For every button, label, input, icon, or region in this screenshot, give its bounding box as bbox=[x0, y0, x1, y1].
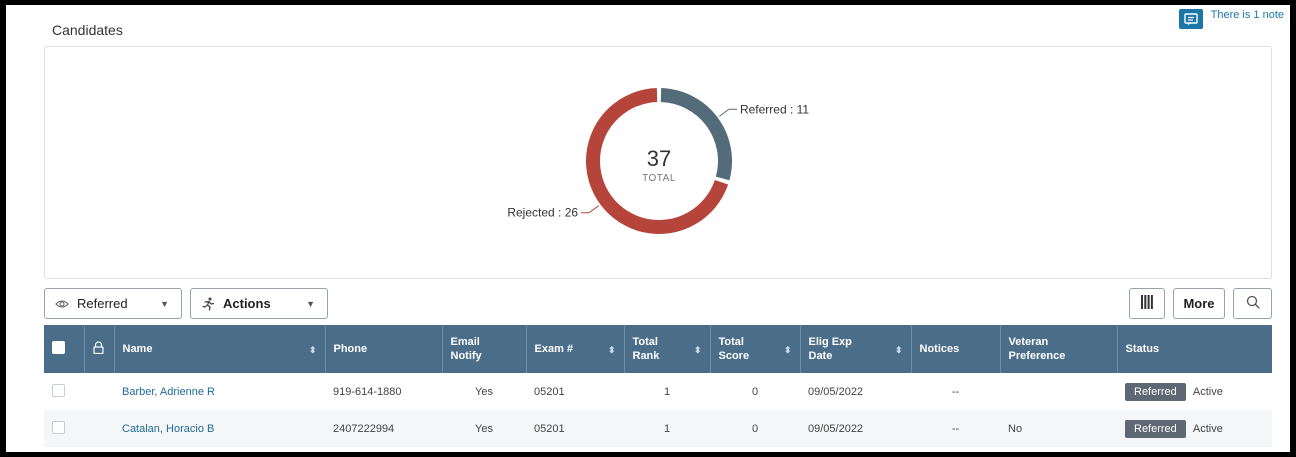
table-header-row: Name ⬍ Phone Email Notify Exam # ⬍ Total R… bbox=[44, 325, 1272, 373]
veteran-preference-cell: No bbox=[1000, 410, 1117, 447]
notices-cell: -- bbox=[951, 385, 960, 398]
candidates-donut-chart: Referred : 11 Rejected : 26 37 TOTAL bbox=[44, 46, 1272, 279]
sort-icon[interactable]: ⬍ bbox=[694, 343, 702, 357]
eye-icon bbox=[55, 299, 69, 309]
table-row[interactable]: Barber, Adrienne R 919-614-1880 Yes 0520… bbox=[44, 373, 1272, 410]
running-person-icon bbox=[201, 297, 215, 311]
sort-icon[interactable]: ⬍ bbox=[784, 343, 792, 357]
name-cell[interactable]: Barber, Adrienne R bbox=[114, 373, 325, 410]
select-all-header[interactable] bbox=[44, 325, 85, 373]
lock-icon bbox=[92, 340, 104, 357]
sort-icon[interactable]: ⬍ bbox=[309, 343, 317, 357]
slice-label-rejected: Rejected : 26 bbox=[507, 206, 578, 220]
note-link[interactable]: There is 1 note bbox=[1211, 9, 1284, 21]
row-select-cell[interactable] bbox=[44, 410, 84, 447]
row-checkbox[interactable] bbox=[52, 383, 65, 397]
donut-svg: Referred : 11 Rejected : 26 37 TOTAL bbox=[507, 88, 809, 234]
lock-cell bbox=[84, 373, 114, 410]
total-rank-cell: 1 bbox=[624, 410, 710, 447]
view-filter-label: Referred bbox=[77, 296, 128, 311]
donut-total-value: 37 bbox=[647, 146, 671, 171]
row-select-cell[interactable] bbox=[44, 373, 84, 410]
column-header-veteran-preference[interactable]: Veteran Preference bbox=[1000, 325, 1118, 373]
status-badge: Referred bbox=[1125, 382, 1186, 401]
search-icon bbox=[1246, 295, 1260, 312]
column-header-notices[interactable]: Notices bbox=[911, 325, 1001, 373]
column-header-elig-exp-date[interactable]: Elig Exp Date ⬍ bbox=[800, 325, 912, 373]
donut-slice-referred[interactable] bbox=[660, 88, 732, 181]
column-header-exam[interactable]: Exam # ⬍ bbox=[526, 325, 625, 373]
sort-icon[interactable]: ⬍ bbox=[608, 343, 616, 357]
candidates-panel: Candidates There is 1 note Referred : 11… bbox=[6, 5, 1290, 452]
leader-line-rejected bbox=[581, 205, 599, 214]
phone-cell: 2407222994 bbox=[325, 410, 442, 447]
slice-label-referred: Referred : 11 bbox=[740, 102, 809, 116]
lock-cell bbox=[84, 410, 114, 447]
column-header-total-rank[interactable]: Total Rank ⬍ bbox=[624, 325, 711, 373]
columns-icon bbox=[1141, 295, 1153, 312]
actions-label: Actions bbox=[223, 296, 271, 311]
total-rank-cell: 1 bbox=[663, 385, 671, 398]
more-button[interactable]: More bbox=[1173, 288, 1225, 319]
columns-button[interactable] bbox=[1129, 288, 1165, 319]
email-notify-cell: Yes bbox=[475, 385, 493, 398]
total-score-cell: 0 bbox=[710, 410, 800, 447]
exam-cell: 05201 bbox=[534, 385, 565, 398]
chevron-down-icon: ▼ bbox=[306, 299, 315, 309]
elig-exp-date-cell: 09/05/2022 bbox=[808, 385, 864, 398]
actions-dropdown[interactable]: Actions ▼ bbox=[190, 288, 328, 319]
email-notify-cell: Yes bbox=[442, 410, 526, 447]
notices-cell: -- bbox=[911, 410, 1000, 447]
table-row[interactable]: Catalan, Horacio B 2407222994 Yes 05201 … bbox=[44, 410, 1272, 447]
column-header-phone[interactable]: Phone bbox=[325, 325, 443, 373]
sort-icon[interactable]: ⬍ bbox=[895, 343, 903, 357]
veteran-preference-cell bbox=[1000, 373, 1117, 410]
note-indicator[interactable]: There is 1 note bbox=[1178, 9, 1284, 29]
donut-total-label: TOTAL bbox=[642, 173, 676, 184]
view-filter-dropdown[interactable]: Referred ▼ bbox=[44, 288, 182, 319]
comment-icon[interactable] bbox=[1178, 9, 1203, 29]
table-toolbar: Referred ▼ Actions ▼ More bbox=[44, 288, 1272, 320]
status-cell: Referred Active bbox=[1117, 373, 1272, 410]
column-header-total-score[interactable]: Total Score ⬍ bbox=[710, 325, 801, 373]
chevron-down-icon: ▼ bbox=[160, 299, 169, 309]
column-header-status[interactable]: Status bbox=[1117, 325, 1272, 373]
elig-exp-date-cell: 09/05/2022 bbox=[800, 410, 911, 447]
status-cell: Referred Active bbox=[1117, 410, 1272, 447]
column-header-email-notify[interactable]: Email Notify bbox=[442, 325, 527, 373]
status-text: Active bbox=[1192, 422, 1223, 435]
candidates-table: Name ⬍ Phone Email Notify Exam # ⬍ Total R… bbox=[44, 325, 1272, 447]
phone-cell: 919-614-1880 bbox=[333, 385, 402, 398]
status-badge: Referred bbox=[1125, 419, 1186, 438]
status-text: Active bbox=[1192, 385, 1223, 398]
page-title: Candidates bbox=[52, 22, 123, 38]
name-cell[interactable]: Catalan, Horacio B bbox=[114, 410, 325, 447]
select-all-checkbox[interactable] bbox=[52, 340, 65, 354]
row-checkbox[interactable] bbox=[52, 420, 65, 434]
search-button[interactable] bbox=[1233, 288, 1272, 319]
candidate-name-link[interactable]: Barber, Adrienne R bbox=[122, 386, 215, 398]
lock-header bbox=[84, 325, 115, 373]
total-score-cell: 0 bbox=[751, 385, 759, 398]
column-header-name[interactable]: Name ⬍ bbox=[114, 325, 326, 373]
exam-cell: 05201 bbox=[526, 410, 624, 447]
leader-line-referred bbox=[719, 108, 737, 117]
candidate-name-link[interactable]: Catalan, Horacio B bbox=[122, 423, 214, 435]
